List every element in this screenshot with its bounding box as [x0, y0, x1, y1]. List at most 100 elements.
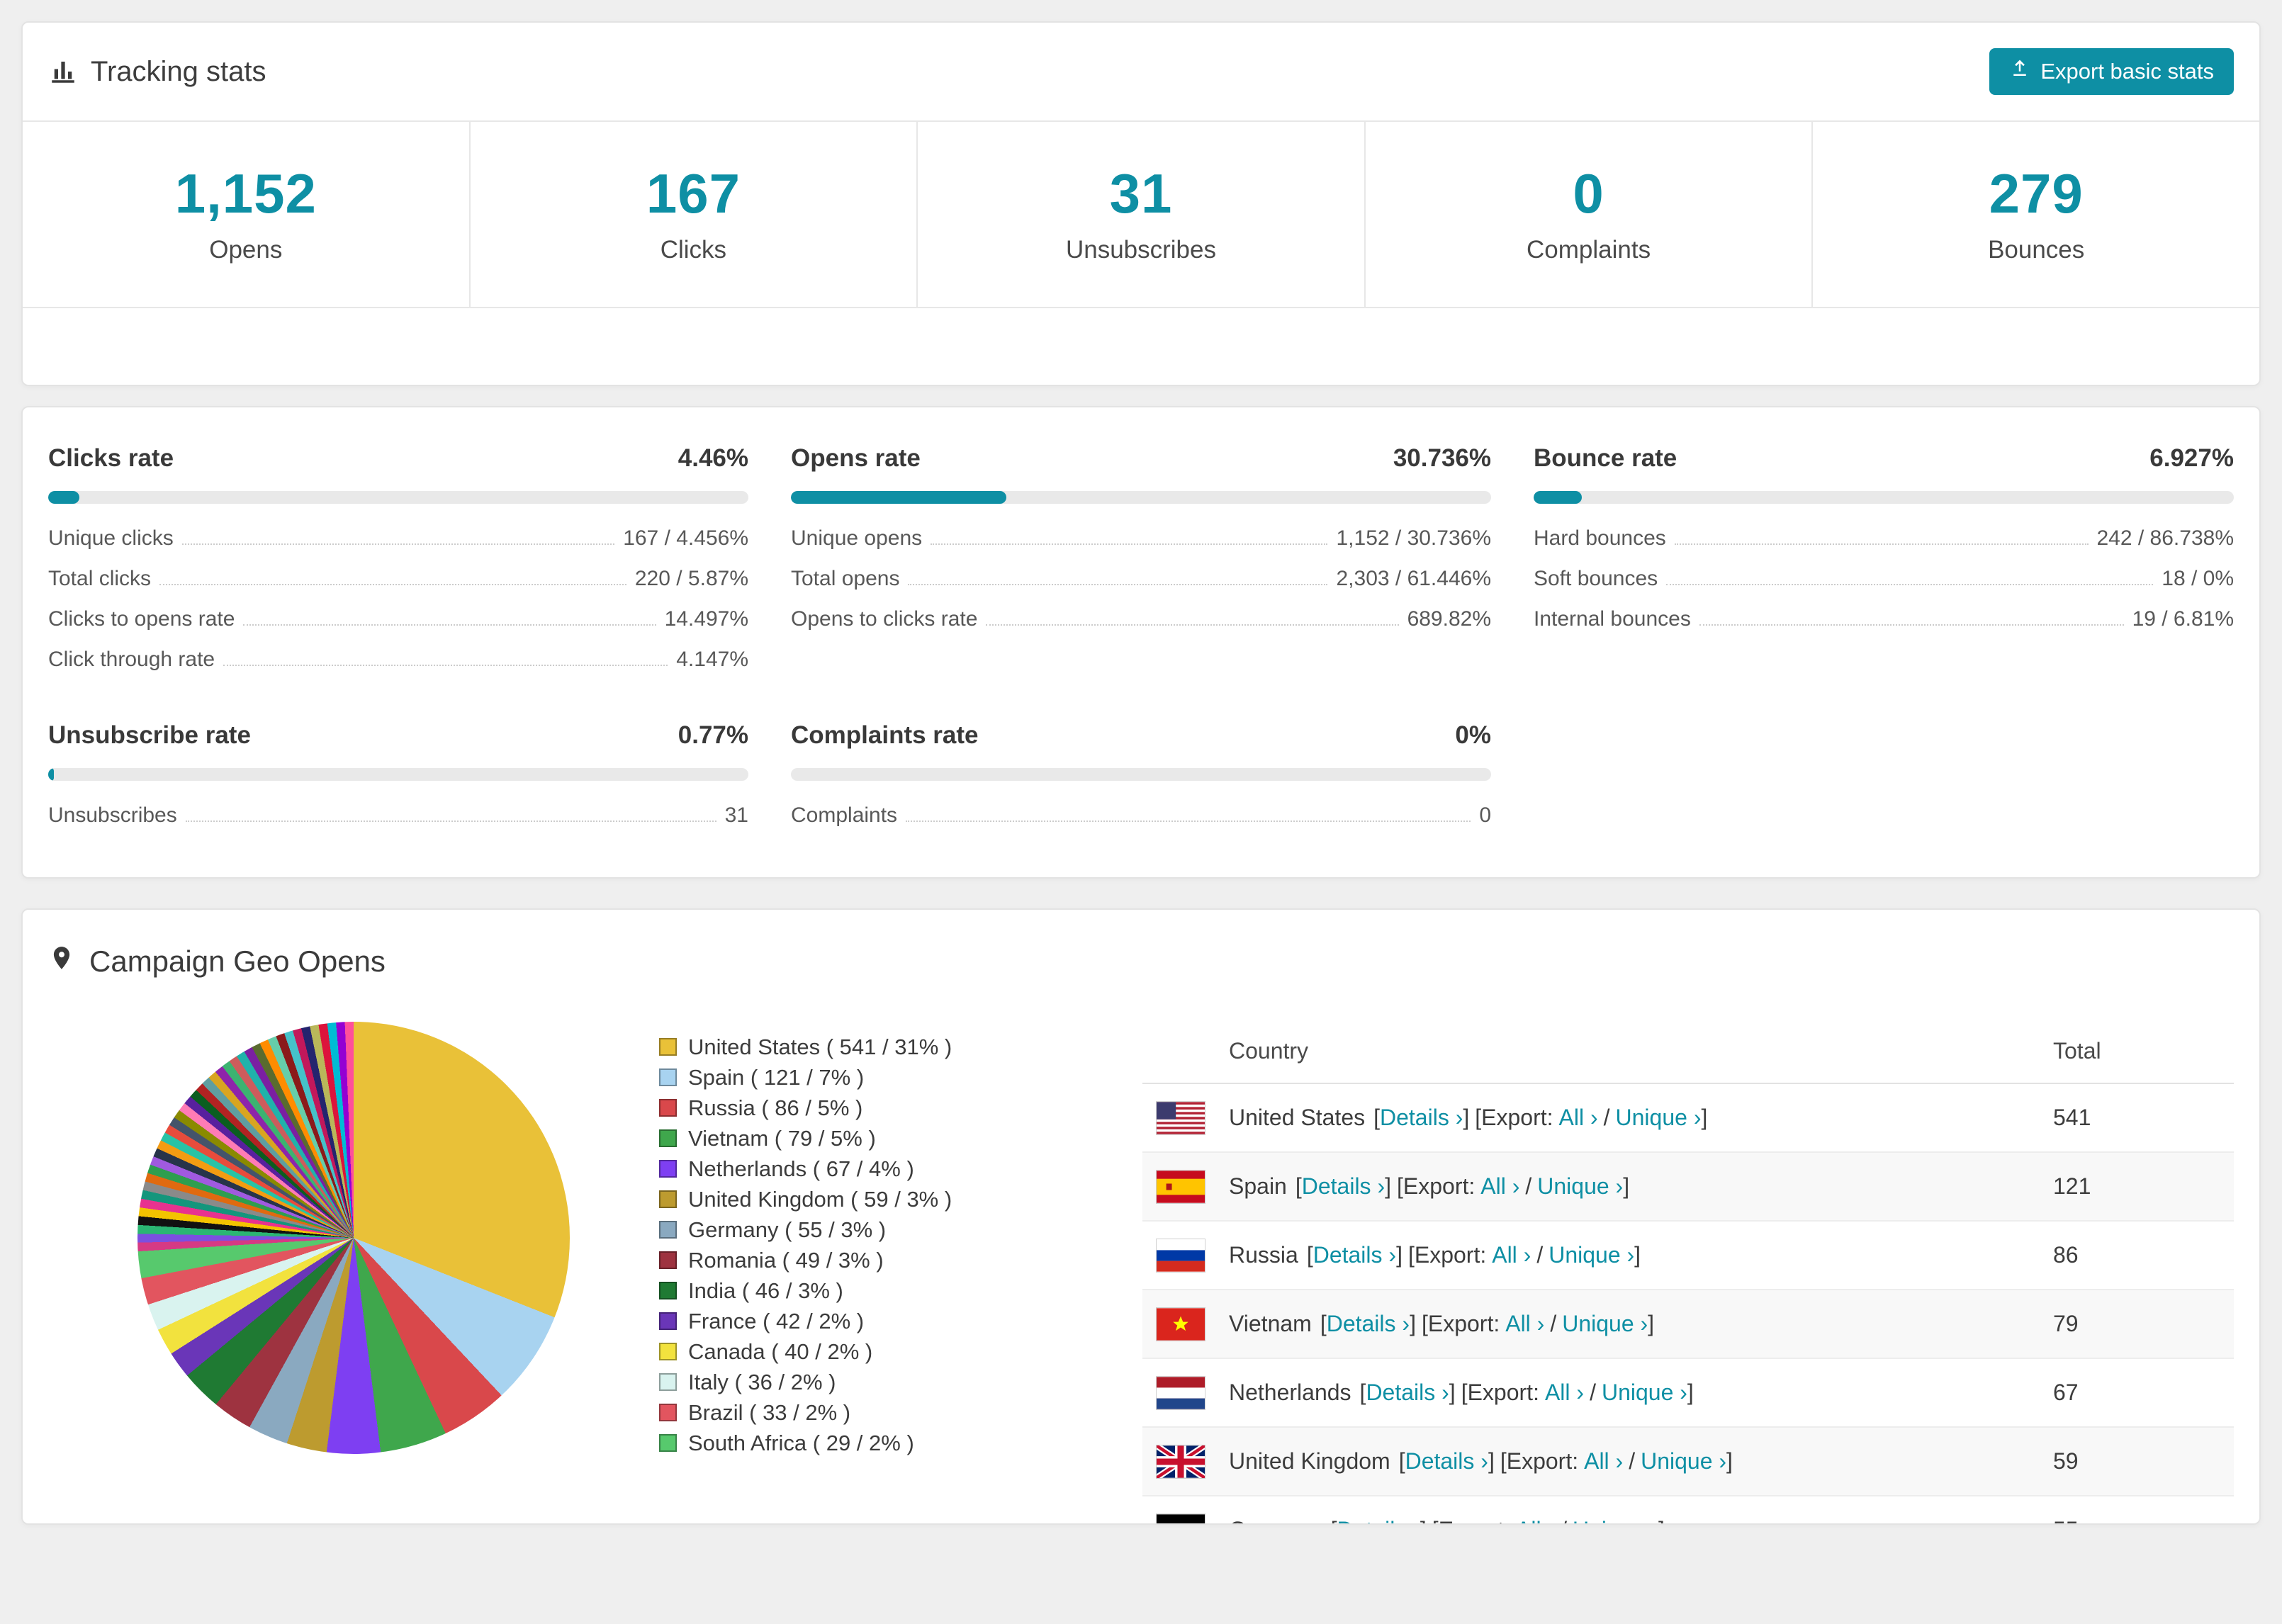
rate-title: Bounce rate [1534, 444, 1677, 472]
geo-table-row: Germany [Details ›] [Export: All › / Uniqu… [1142, 1496, 2234, 1523]
rate-detail-value: 242 / 86.738% [2096, 526, 2235, 550]
export-prefix: [Export: [1461, 1380, 1539, 1405]
details-link[interactable]: Details › [1327, 1311, 1410, 1337]
bracket: ] [1449, 1380, 1456, 1405]
bracket: ] [1488, 1448, 1495, 1474]
export-prefix: [Export: [1396, 1173, 1476, 1199]
export-prefix: [Export: [1500, 1448, 1579, 1474]
export-button-label: Export basic stats [2040, 59, 2214, 84]
details-link[interactable]: Details › [1380, 1105, 1463, 1131]
export-all-link[interactable]: All › [1516, 1517, 1555, 1523]
bracket: [ [1359, 1380, 1366, 1405]
legend-label: France ( 42 / 2% ) [688, 1308, 865, 1333]
rate-detail-row: Complaints 0 [791, 803, 1491, 828]
export-unique-link[interactable]: Unique › [1548, 1242, 1634, 1268]
legend-item[interactable]: France ( 42 / 2% ) [659, 1306, 952, 1336]
rate-detail-label: Opens to clicks rate [791, 607, 978, 631]
bracket: [ [1398, 1448, 1405, 1474]
legend-label: Canada ( 40 / 2% ) [688, 1338, 873, 1364]
legend-label: South Africa ( 29 / 2% ) [688, 1430, 914, 1455]
legend-label: Brazil ( 33 / 2% ) [688, 1399, 851, 1425]
geo-opens-pie-chart [137, 1022, 570, 1454]
stat-label: Clicks [660, 236, 727, 264]
rate-detail-label: Total opens [791, 567, 900, 590]
dotted-leader [185, 821, 716, 822]
bracket: ] [1658, 1517, 1665, 1523]
export-unique-link[interactable]: Unique › [1562, 1311, 1648, 1337]
rate-progress-track [791, 768, 1491, 781]
legend-swatch [659, 1221, 677, 1239]
tracking-stats-title-row: Tracking stats [48, 56, 266, 88]
legend-item[interactable]: United States ( 541 / 31% ) [659, 1032, 952, 1062]
country-links: [Details ›] [Export:All › /Unique ›] [1360, 1380, 1694, 1406]
export-basic-stats-button[interactable]: Export basic stats [1989, 48, 2234, 95]
geo-pie-legend: United States ( 541 / 31% ) Spain ( 121 … [659, 1032, 952, 1458]
geo-table-row: United States [Details ›] [Export: All › … [1142, 1084, 2234, 1153]
dotted-leader [243, 624, 656, 626]
details-link[interactable]: Details › [1405, 1448, 1488, 1474]
stat-value: 0 [1573, 162, 1604, 225]
legend-item[interactable]: Romania ( 49 / 3% ) [659, 1245, 952, 1275]
rate-rows: Unique clicks 167 / 4.456% Total clicks … [48, 526, 748, 672]
bracket: ] [1687, 1380, 1694, 1405]
legend-item[interactable]: Canada ( 40 / 2% ) [659, 1336, 952, 1367]
export-prefix: [Export: [1407, 1242, 1487, 1268]
total-column-header: Total [2053, 1037, 2101, 1064]
legend-item[interactable]: Netherlands ( 67 / 4% ) [659, 1154, 952, 1184]
export-unique-link[interactable]: Unique › [1616, 1105, 1702, 1131]
export-all-link[interactable]: All › [1545, 1380, 1584, 1406]
legend-item[interactable]: Italy ( 36 / 2% ) [659, 1367, 952, 1397]
bracket: [ [1306, 1242, 1313, 1268]
rate-block: Unsubscribe rate 0.77% Unsubscribes 31 [48, 721, 748, 828]
rate-detail-label: Clicks to opens rate [48, 607, 235, 631]
bracket: ] [1701, 1105, 1708, 1130]
rate-detail-row: Soft bounces 18 / 0% [1534, 567, 2234, 591]
slash: / [1629, 1448, 1636, 1474]
details-link[interactable]: Details › [1366, 1380, 1449, 1406]
export-prefix: [Export: [1421, 1311, 1500, 1336]
rate-detail-label: Unsubscribes [48, 803, 177, 827]
export-all-link[interactable]: All › [1505, 1311, 1544, 1337]
bracket: ] [1726, 1448, 1733, 1474]
rate-detail-row: Hard bounces 242 / 86.738% [1534, 526, 2234, 551]
legend-item[interactable]: South Africa ( 29 / 2% ) [659, 1428, 952, 1458]
rate-value: 0% [1455, 721, 1491, 749]
details-link[interactable]: Details › [1313, 1242, 1396, 1268]
legend-item[interactable]: India ( 46 / 3% ) [659, 1275, 952, 1306]
rate-progress-track [48, 768, 748, 781]
legend-item[interactable]: United Kingdom ( 59 / 3% ) [659, 1184, 952, 1214]
rate-block: Clicks rate 4.46% Unique clicks 167 / 4.… [48, 444, 748, 672]
export-unique-link[interactable]: Unique › [1641, 1448, 1726, 1474]
legend-label: Vietnam ( 79 / 5% ) [688, 1125, 876, 1151]
legend-item[interactable]: Russia ( 86 / 5% ) [659, 1093, 952, 1123]
rate-detail-label: Soft bounces [1534, 567, 1658, 590]
dotted-leader [1666, 584, 2154, 585]
details-link[interactable]: Details › [1337, 1517, 1420, 1523]
export-all-link[interactable]: All › [1480, 1173, 1519, 1200]
geo-table-header: Country Total [1142, 1019, 2234, 1084]
details-link[interactable]: Details › [1302, 1173, 1385, 1200]
geo-opens-header: Campaign Geo Opens [23, 910, 2259, 998]
export-unique-link[interactable]: Unique › [1537, 1173, 1623, 1200]
rate-detail-value: 2,303 / 61.446% [1336, 567, 1491, 590]
legend-swatch [659, 1038, 677, 1056]
legend-item[interactable]: Brazil ( 33 / 2% ) [659, 1397, 952, 1428]
export-unique-link[interactable]: Unique › [1602, 1380, 1687, 1406]
dotted-leader [908, 584, 1328, 585]
country-flag-icon [1157, 1307, 1205, 1341]
legend-label: United States ( 541 / 31% ) [688, 1034, 952, 1059]
export-all-link[interactable]: All › [1559, 1105, 1598, 1131]
legend-swatch [659, 1190, 677, 1208]
rate-detail-label: Internal bounces [1534, 607, 1691, 631]
export-unique-link[interactable]: Unique › [1573, 1517, 1658, 1523]
legend-item[interactable]: Spain ( 121 / 7% ) [659, 1062, 952, 1093]
rate-block: Opens rate 30.736% Unique opens 1,152 / … [791, 444, 1491, 672]
legend-label: Germany ( 55 / 3% ) [688, 1217, 887, 1242]
legend-item[interactable]: Vietnam ( 79 / 5% ) [659, 1123, 952, 1154]
legend-item[interactable]: Germany ( 55 / 3% ) [659, 1214, 952, 1245]
stat-value: 31 [1109, 162, 1173, 225]
export-all-link[interactable]: All › [1492, 1242, 1531, 1268]
rates-grid: Clicks rate 4.46% Unique clicks 167 / 4.… [48, 444, 2234, 828]
country-flag-icon [1157, 1513, 1205, 1523]
export-all-link[interactable]: All › [1584, 1448, 1623, 1474]
